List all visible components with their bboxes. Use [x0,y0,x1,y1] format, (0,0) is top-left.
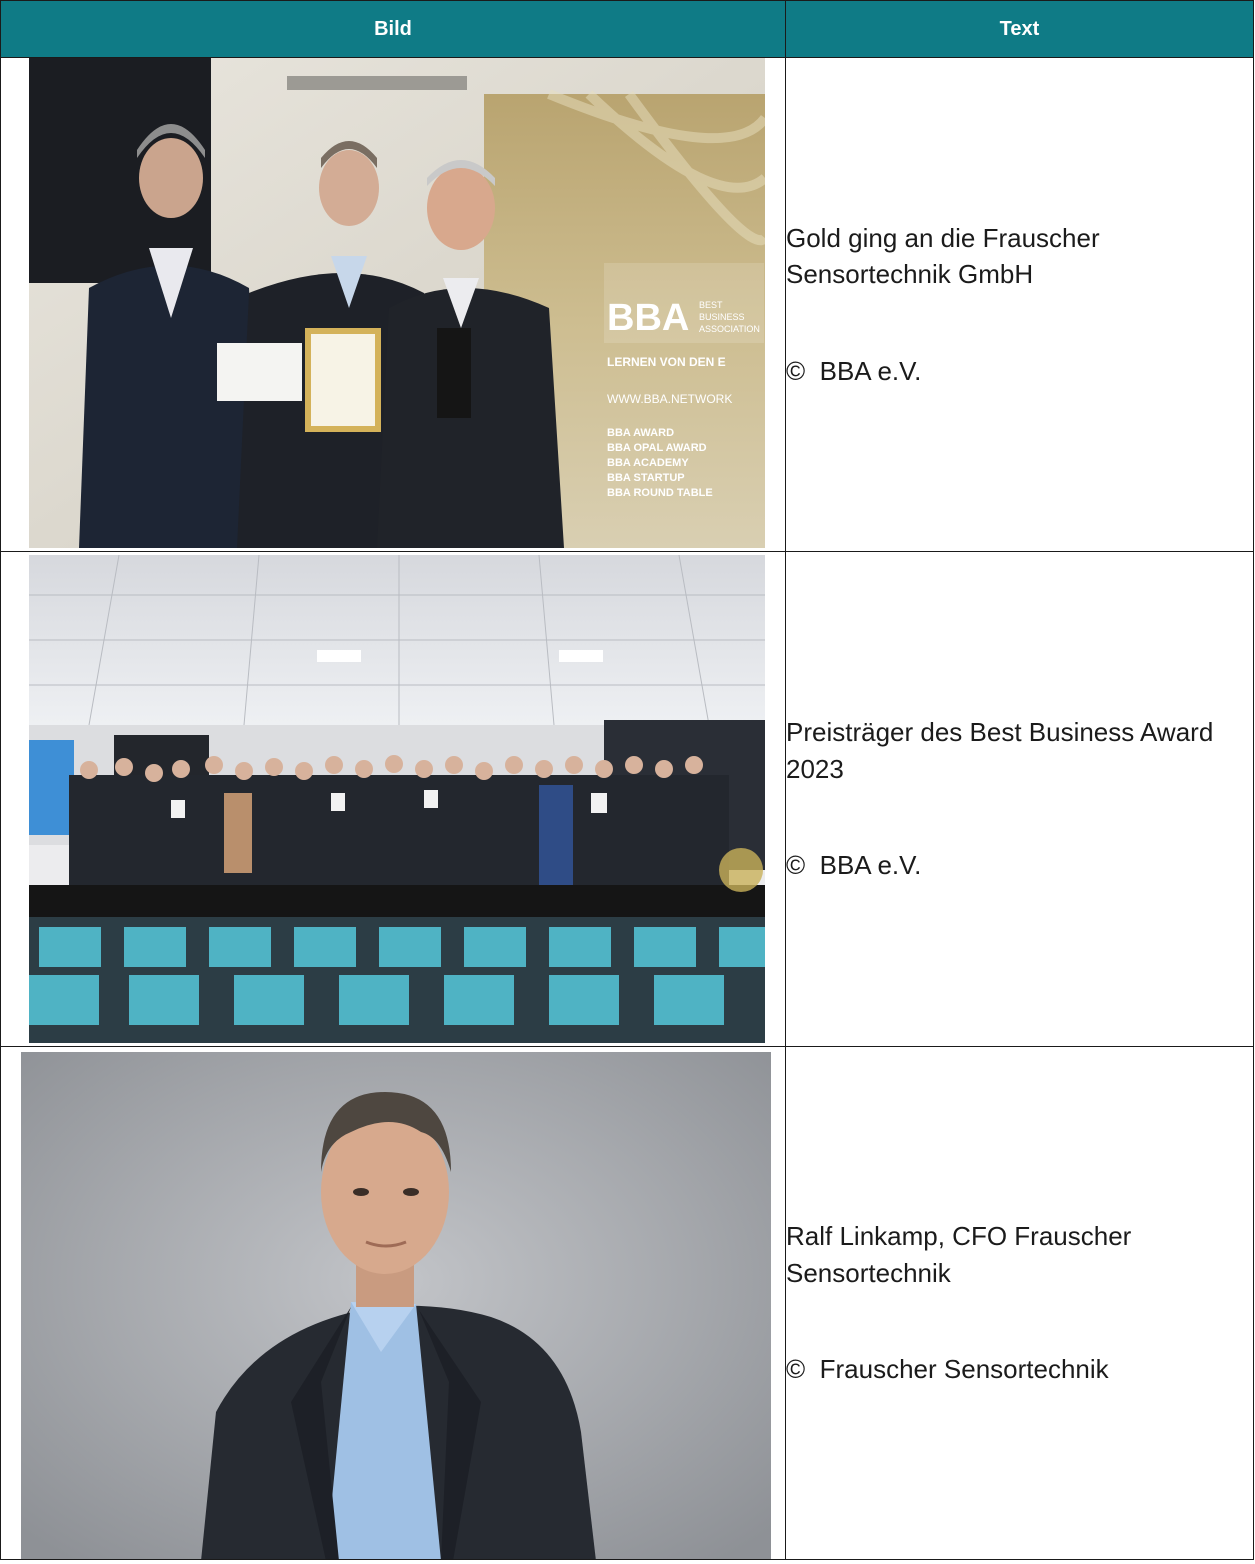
media-table: Bild Text BBA BEST BUSINESS ASSOCIATION … [0,0,1254,1560]
credit-text: BBA e.V. [819,355,922,386]
text-cell: Gold ging an die Frauscher Sensortechnik… [785,57,1254,552]
photo-credit: © BBA e.V. [786,847,1253,883]
image-cell [0,551,786,1047]
table-header-row: Bild Text [0,0,1254,58]
photo-list-item: BBA STARTUP [607,472,685,484]
credit-text: BBA e.V. [819,850,922,881]
header-image-column: Bild [0,0,786,58]
photo-list-item: BBA AWARD [607,427,674,439]
photo-credit: © Frauscher Sensortechnik [786,1351,1253,1387]
svg-text:BEST: BEST [699,300,723,310]
image-cell [0,1046,786,1560]
photo-list-item: BBA OPAL AWARD [607,442,707,454]
copyright-icon: © [786,850,806,881]
table-row: Ralf Linkamp, CFO Frauscher Sensortechni… [0,1046,1254,1560]
credit-text: Frauscher Sensortechnik [819,1354,1109,1385]
text-cell: Preisträger des Best Business Award 2023… [785,551,1254,1047]
photo-tagline: LERNEN VON DEN E [607,355,726,369]
copyright-icon: © [786,355,806,386]
photo-caption: Ralf Linkamp, CFO Frauscher Sensortechni… [786,1221,1132,1288]
header-text-column: Text [785,0,1254,58]
document-page: Bild Text BBA BEST BUSINESS ASSOCIATION … [0,0,1255,1564]
svg-text:ASSOCIATION: ASSOCIATION [699,324,760,334]
photo-list-item: BBA ROUND TABLE [607,487,713,499]
photo-caption: Gold ging an die Frauscher Sensortechnik… [786,222,1100,290]
photo-url: WWW.BBA.NETWORK [607,392,732,406]
award-winners-group-photo [29,555,765,1043]
portrait-photo [21,1052,771,1559]
copyright-icon: © [786,1354,806,1385]
photo-caption: Preisträger des Best Business Award 2023 [786,717,1214,784]
text-cell: Ralf Linkamp, CFO Frauscher Sensortechni… [785,1046,1254,1560]
image-cell: BBA BEST BUSINESS ASSOCIATION LERNEN VON… [0,57,786,552]
svg-text:BUSINESS: BUSINESS [699,312,745,322]
table-row: BBA BEST BUSINESS ASSOCIATION LERNEN VON… [0,57,1254,552]
photo-credit: © BBA e.V. [786,353,1253,389]
photo-logo: BBA [607,297,689,339]
photo-list-item: BBA ACADEMY [607,457,689,469]
award-handover-photo: BBA BEST BUSINESS ASSOCIATION LERNEN VON… [29,58,765,548]
table-row: Preisträger des Best Business Award 2023… [0,551,1254,1047]
